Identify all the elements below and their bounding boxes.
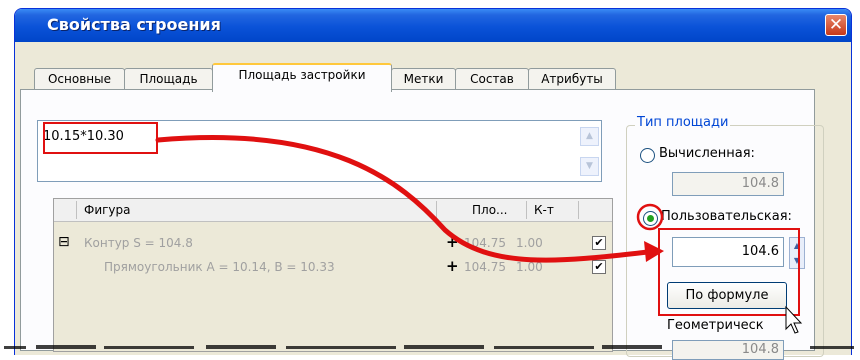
noise-strip bbox=[4, 345, 854, 349]
tab-building-area[interactable]: Площадь застройки bbox=[212, 63, 392, 92]
annotation-arrows bbox=[155, 135, 803, 334]
annotation-arrowhead bbox=[644, 241, 664, 262]
annotation-arrow-line bbox=[155, 135, 651, 263]
mouse-cursor-icon bbox=[785, 305, 803, 334]
radio-highlight-circle bbox=[636, 203, 664, 231]
